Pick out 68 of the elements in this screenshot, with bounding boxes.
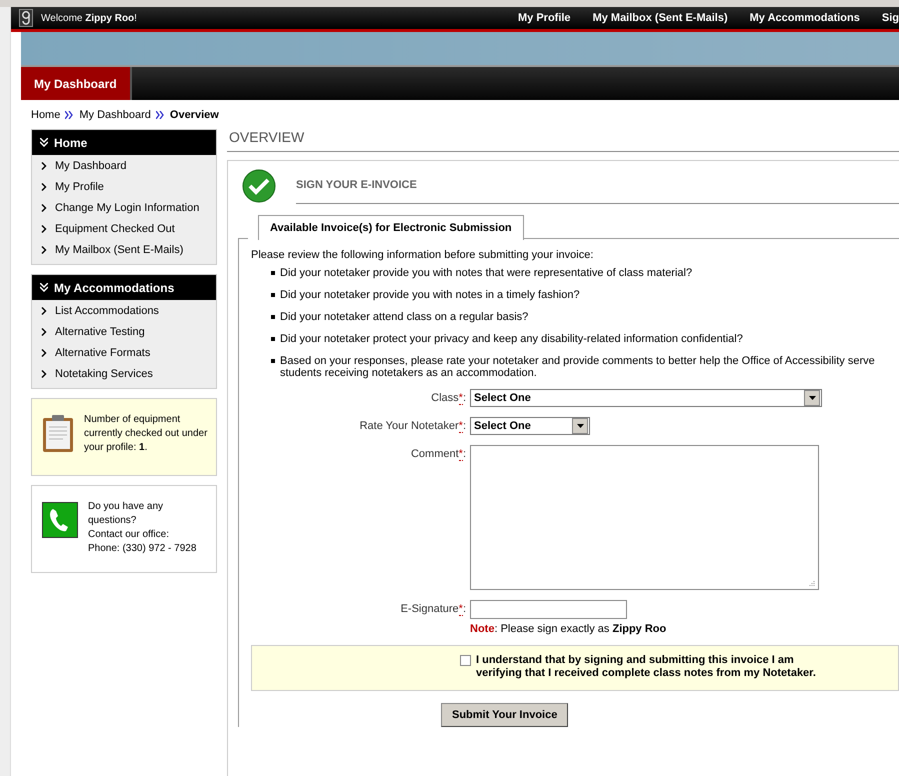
agreement-checkbox[interactable] bbox=[460, 655, 471, 666]
breadcrumb-link[interactable]: My Dashboard bbox=[79, 109, 151, 121]
chevron-icon bbox=[156, 111, 165, 119]
sidebar-item[interactable]: Alternative Testing bbox=[32, 321, 216, 342]
chevron-icon bbox=[41, 306, 47, 314]
contact-text: Do you have any questions? bbox=[88, 500, 164, 528]
submit-button[interactable]: Submit Your Invoice bbox=[441, 703, 568, 727]
phone-icon bbox=[42, 502, 78, 538]
double-chevron-icon bbox=[40, 138, 48, 147]
breadcrumb-link[interactable]: Overview bbox=[170, 109, 219, 121]
sidebar-item[interactable]: Equipment Checked Out bbox=[32, 218, 216, 239]
top-nav-link[interactable]: My Profile bbox=[518, 12, 571, 24]
nav-tab[interactable]: My Dashboard bbox=[21, 67, 132, 100]
top-nav-link[interactable]: My Mailbox (Sent E-Mails) bbox=[592, 12, 728, 24]
clipboard-icon bbox=[42, 415, 74, 453]
comment-field[interactable] bbox=[470, 445, 819, 590]
question-text: Did your notetaker provide you with notes that were representative of class material? bbox=[280, 267, 692, 279]
logo-icon bbox=[19, 9, 33, 27]
select-field[interactable]: Select One bbox=[470, 417, 590, 435]
sidebar-heading[interactable]: Home bbox=[32, 130, 216, 155]
bullet-icon bbox=[271, 337, 275, 341]
chevron-icon bbox=[41, 348, 47, 356]
question-text: Did your notetaker provide you with notes in a timely fashion? bbox=[280, 289, 580, 301]
field-label: E-Signature*: bbox=[400, 602, 466, 618]
chevron-icon bbox=[41, 204, 47, 212]
chevron-icon bbox=[41, 370, 47, 378]
note-text: Note: Please sign exactly as Zippy Roo bbox=[470, 623, 668, 635]
top-nav-link[interactable]: My Accommodations bbox=[750, 12, 860, 24]
field-label: Comment*: bbox=[410, 447, 466, 463]
field-label: Class*: bbox=[430, 391, 466, 407]
page-title: OVERVIEW bbox=[227, 129, 899, 152]
sidebar-item[interactable]: List Accommodations bbox=[32, 300, 216, 321]
breadcrumb-link[interactable]: Home bbox=[31, 109, 60, 121]
sidebar-item[interactable]: Alternative Formats bbox=[32, 342, 216, 363]
question-text: Did your notetaker protect your privacy and keep any disability-related information confidential? bbox=[280, 333, 743, 345]
bullet-icon bbox=[271, 293, 275, 297]
sidebar-heading[interactable]: My Accommodations bbox=[32, 275, 216, 300]
resize-grip-icon bbox=[809, 580, 815, 586]
equipment-count-text: Number of equipment currently checked out under your profile: 1. bbox=[84, 413, 208, 455]
chevron-icon bbox=[41, 182, 47, 190]
chevron-icon bbox=[41, 246, 47, 254]
sidebar-item[interactable]: My Profile bbox=[32, 176, 216, 197]
double-chevron-icon bbox=[40, 283, 48, 292]
chevron-icon bbox=[41, 224, 47, 232]
sidebar-item[interactable]: Change My Login Information bbox=[32, 197, 216, 218]
section-title: SIGN YOUR E-INVOICE bbox=[296, 169, 899, 204]
chevron-icon bbox=[65, 111, 74, 119]
contact-text: Contact our office: bbox=[88, 528, 170, 542]
agreement-text: I understand that by signing and submitting this invoice I am verifying that I received complete class notes from my Notetaker. bbox=[476, 654, 817, 680]
question-text: Based on your responses, please rate your notetaker and provide comments to better help the Office of Accessibility serve students receiving notetakers as an accommodation. bbox=[280, 355, 876, 379]
sidebar-item[interactable]: My Mailbox (Sent E-Mails) bbox=[32, 239, 216, 260]
select-field[interactable]: Select One bbox=[470, 389, 822, 407]
bullet-icon bbox=[271, 271, 275, 275]
invoice-tab[interactable]: Available Invoice(s) for Electronic Submission bbox=[258, 215, 524, 240]
checkmark-icon bbox=[242, 169, 276, 203]
chevron-icon bbox=[41, 328, 47, 336]
sidebar-item[interactable]: Notetaking Services bbox=[32, 363, 216, 384]
welcome-text: Welcome Zippy Roo! bbox=[41, 12, 137, 24]
signature-field[interactable] bbox=[470, 600, 627, 619]
chevron-icon bbox=[41, 162, 47, 170]
sidebar-item[interactable]: My Dashboard bbox=[32, 155, 216, 176]
question-text: Did your notetaker attend class on a regular basis? bbox=[280, 311, 528, 323]
intro-text: Please review the following information before submitting your invoice: bbox=[251, 249, 594, 261]
top-nav-link[interactable]: Sig bbox=[882, 12, 899, 24]
bullet-icon bbox=[271, 359, 275, 363]
contact-text: Phone: (330) 972 - 7928 bbox=[88, 542, 198, 556]
bullet-icon bbox=[271, 315, 275, 319]
field-label: Rate Your Notetaker*: bbox=[358, 419, 466, 435]
